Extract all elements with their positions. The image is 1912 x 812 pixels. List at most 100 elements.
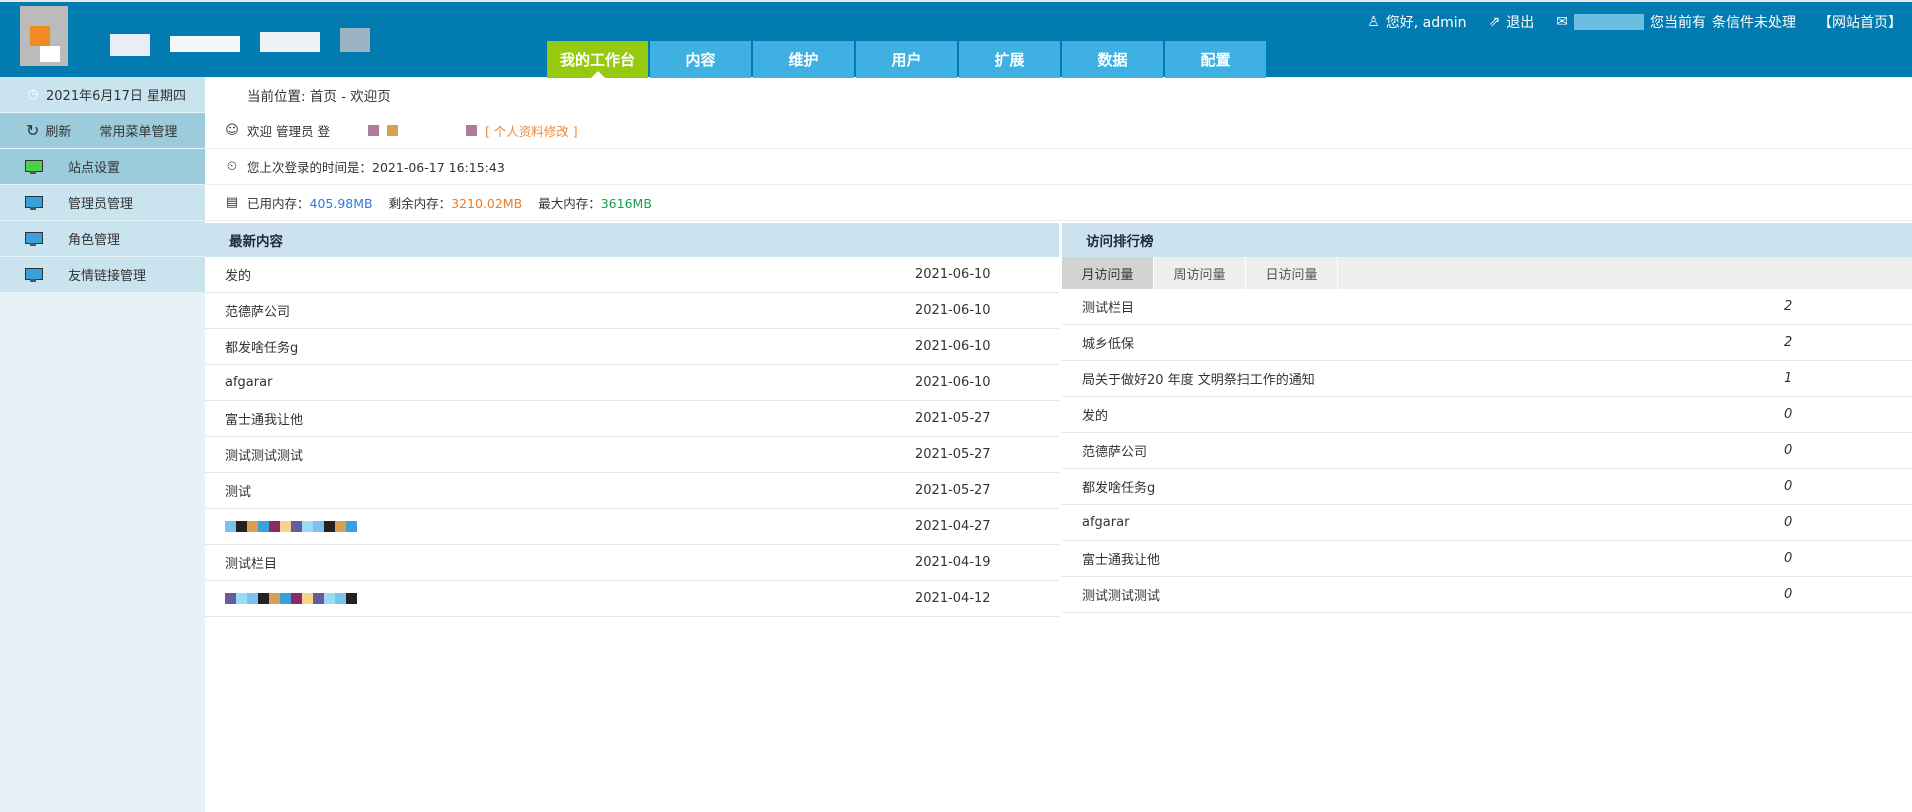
nav-tab-extensions[interactable]: 扩展 (959, 41, 1060, 78)
row-title[interactable]: 发的 (225, 265, 251, 284)
row-count: 2 (1784, 299, 1793, 314)
row-date: 2021-06-10 (915, 339, 991, 354)
sidebar-item-links-manage[interactable]: 友情链接管理 (0, 257, 205, 293)
row-date: 2021-06-10 (915, 375, 991, 390)
nav-tab-maintenance[interactable]: 维护 (753, 41, 854, 78)
admin-icon: ☺ (225, 123, 239, 138)
sidebar-item-site-settings[interactable]: 站点设置 (0, 149, 205, 185)
main-nav: 我的工作台 内容 维护 用户 扩展 数据 配置 (547, 41, 1266, 78)
row-title[interactable]: afgarar (225, 375, 272, 390)
welcome-row: ☺ 欢迎 管理员 登[ 个人资料修改 ] (205, 113, 1912, 149)
monitor-icon (25, 159, 43, 174)
nav-tab-workbench[interactable]: 我的工作台 (547, 41, 648, 78)
ranking-row[interactable]: 范德萨公司 0 (1062, 433, 1912, 469)
site-logo (20, 6, 440, 66)
table-row[interactable]: 测试栏目 2021-04-19 (205, 545, 1059, 581)
row-date: 2021-06-10 (915, 267, 991, 282)
row-title[interactable]: 局关于做好20 年度 文明祭扫工作的通知 (1082, 369, 1315, 388)
panel-title: 最新内容 (205, 223, 1059, 257)
row-title[interactable]: afgarar (1082, 515, 1129, 530)
menu-manage-link[interactable]: 常用菜单管理 (99, 121, 177, 140)
table-row[interactable]: 发的 2021-06-10 (205, 257, 1059, 293)
row-title[interactable]: 富士通我让他 (1082, 549, 1160, 568)
user-greeting: ♙ 您好, admin (1367, 14, 1467, 31)
row-title[interactable]: 测试栏目 (225, 553, 277, 572)
row-title[interactable] (225, 519, 357, 534)
nav-tab-users[interactable]: 用户 (856, 41, 957, 78)
refresh-button[interactable]: ↻ 刷新 (26, 121, 71, 140)
row-count: 0 (1784, 407, 1793, 422)
ranking-row[interactable]: afgarar 0 (1062, 505, 1912, 541)
row-title[interactable]: 测试 (225, 481, 251, 500)
nav-tab-data[interactable]: 数据 (1062, 41, 1163, 78)
breadcrumb: 当前位置: 首页 - 欢迎页 (247, 89, 391, 105)
table-row[interactable]: 都发啥任务g 2021-06-10 (205, 329, 1059, 365)
monitor-icon (25, 231, 43, 246)
sidebar-date: ◷ 2021年6月17日 星期四 (0, 77, 205, 113)
row-title[interactable]: 城乡低保 (1082, 333, 1134, 352)
row-title[interactable]: 都发啥任务g (225, 337, 298, 356)
sidebar-item-admin-manage[interactable]: 管理员管理 (0, 185, 205, 221)
ranking-panel: 访问排行榜 月访问量 周访问量 日访问量 测试栏目 2 城乡低保 2 局关于做好20 年… (1062, 223, 1912, 613)
ranking-tabs: 月访问量 周访问量 日访问量 (1062, 257, 1912, 289)
tab-weekly[interactable]: 周访问量 (1154, 257, 1246, 289)
profile-edit-link[interactable]: [ 个人资料修改 ] (485, 121, 578, 140)
top-header: ♙ 您好, admin ⇗ 退出 ✉ 您当前有 条信件未处理 【网站首页】 我的工作台 … (0, 0, 1912, 78)
clock-icon: ⏲ (226, 159, 238, 174)
user-icon: ♙ (1367, 14, 1380, 30)
sidebar-item-role-manage[interactable]: 角色管理 (0, 221, 205, 257)
row-date: 2021-04-19 (915, 555, 991, 570)
refresh-icon: ↻ (26, 121, 40, 140)
sidebar-tools: ↻ 刷新 常用菜单管理 (0, 113, 205, 149)
row-title[interactable]: 测试测试测试 (1082, 585, 1160, 604)
ranking-row[interactable]: 测试栏目 2 (1062, 289, 1912, 325)
row-count: 1 (1784, 371, 1793, 386)
nav-tab-config[interactable]: 配置 (1165, 41, 1266, 78)
monitor-icon (25, 267, 43, 282)
tab-daily[interactable]: 日访问量 (1246, 257, 1338, 289)
memory-row: ▤ 已用内存：405.98MB 剩余内存：3210.02MB 最大内存：3616… (205, 185, 1912, 221)
table-row[interactable]: 富士通我让他 2021-05-27 (205, 401, 1059, 437)
clock-icon: ◷ (27, 87, 39, 102)
nav-tab-content[interactable]: 内容 (650, 41, 751, 78)
panel-title: 访问排行榜 (1062, 223, 1912, 257)
ranking-row[interactable]: 城乡低保 2 (1062, 325, 1912, 361)
row-title[interactable]: 测试栏目 (1082, 297, 1134, 316)
row-title[interactable] (225, 591, 357, 606)
row-count: 0 (1784, 443, 1793, 458)
row-count: 2 (1784, 335, 1793, 350)
ranking-row[interactable]: 都发啥任务g 0 (1062, 469, 1912, 505)
latest-content-panel: 最新内容 发的 2021-06-10 范德萨公司 2021-06-10 都发啥任务g 20… (205, 223, 1059, 617)
server-icon: ▤ (225, 195, 239, 210)
table-row[interactable]: 范德萨公司 2021-06-10 (205, 293, 1059, 329)
row-title[interactable]: 范德萨公司 (225, 301, 290, 320)
table-row[interactable]: 测试 2021-05-27 (205, 473, 1059, 509)
table-row[interactable]: 2021-04-27 (205, 509, 1059, 545)
row-date: 2021-05-27 (915, 411, 991, 426)
row-date: 2021-05-27 (915, 447, 991, 462)
logout-link[interactable]: ⇗ 退出 (1489, 12, 1535, 32)
ranking-row[interactable]: 发的 0 (1062, 397, 1912, 433)
row-date: 2021-05-27 (915, 483, 991, 498)
row-title[interactable]: 都发啥任务g (1082, 477, 1155, 496)
logout-icon: ⇗ (1488, 14, 1501, 30)
ranking-row[interactable]: 局关于做好20 年度 文明祭扫工作的通知 1 (1062, 361, 1912, 397)
monitor-icon (25, 195, 43, 210)
messages-link[interactable]: ✉ 您当前有 条信件未处理 (1556, 12, 1796, 32)
row-date: 2021-06-10 (915, 303, 991, 318)
site-home-link[interactable]: 【网站首页】 (1818, 12, 1902, 32)
row-date: 2021-04-12 (915, 591, 991, 606)
table-row[interactable]: afgarar 2021-06-10 (205, 365, 1059, 401)
row-title[interactable]: 测试测试测试 (225, 445, 303, 464)
table-row[interactable]: 测试测试测试 2021-05-27 (205, 437, 1059, 473)
row-count: 0 (1784, 515, 1793, 530)
table-row[interactable]: 2021-04-12 (205, 581, 1059, 617)
ranking-row[interactable]: 富士通我让他 0 (1062, 541, 1912, 577)
ranking-row[interactable]: 测试测试测试 0 (1062, 577, 1912, 613)
sidebar: ◷ 2021年6月17日 星期四 ↻ 刷新 常用菜单管理 站点设置 管理员管理 角色… (0, 77, 205, 812)
row-title[interactable]: 范德萨公司 (1082, 441, 1147, 460)
row-title[interactable]: 发的 (1082, 405, 1108, 424)
main-content: 当前位置: 首页 - 欢迎页 ☺ 欢迎 管理员 登[ 个人资料修改 ] ⏲ 您上次登… (205, 77, 1912, 617)
tab-monthly[interactable]: 月访问量 (1062, 257, 1154, 289)
row-title[interactable]: 富士通我让他 (225, 409, 303, 428)
